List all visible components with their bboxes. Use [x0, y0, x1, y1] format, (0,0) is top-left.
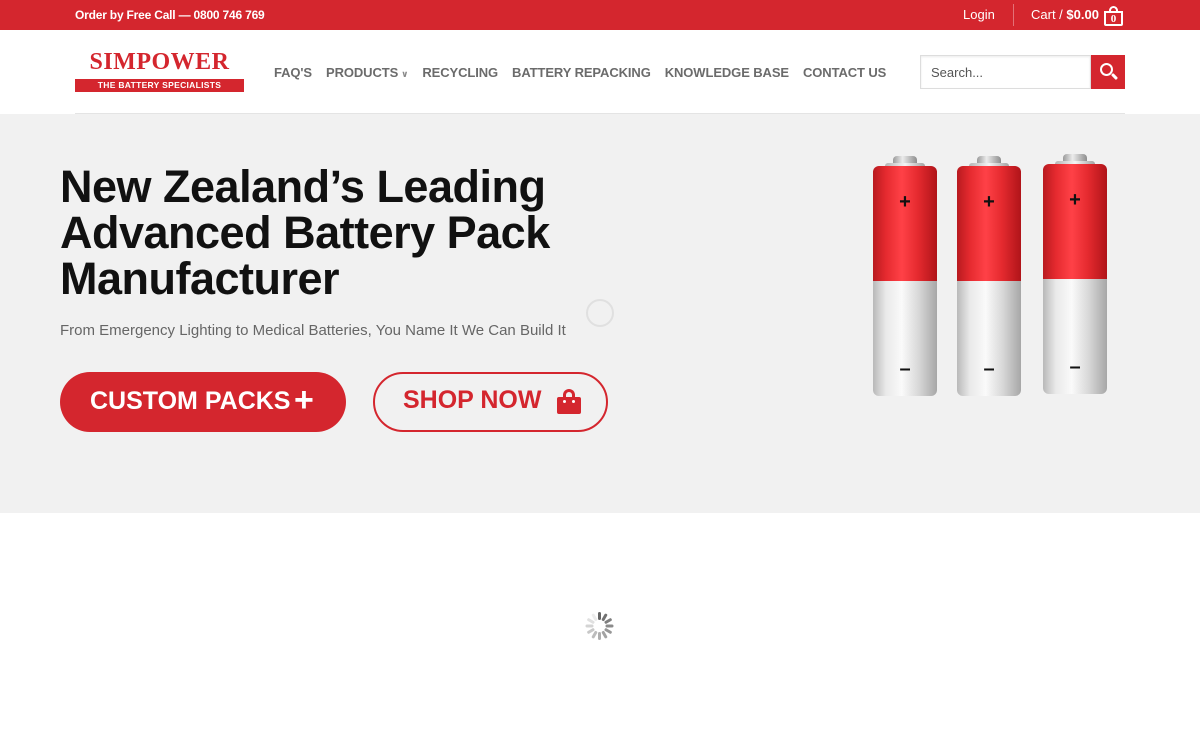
site-logo[interactable]: SIMPOWER THE BATTERY SPECIALISTS: [75, 50, 244, 92]
nav-item-battery-repacking[interactable]: BATTERY REPACKING: [512, 65, 651, 80]
search-input[interactable]: [920, 55, 1091, 89]
battery-positive: +: [899, 191, 911, 213]
free-call-text[interactable]: Order by Free Call — 0800 746 769: [75, 8, 265, 22]
logo-name: SIMPOWER: [89, 49, 230, 75]
logo-tagline: THE BATTERY SPECIALISTS: [75, 79, 244, 92]
login-link[interactable]: Login: [963, 7, 995, 22]
battery-negative: –: [1069, 356, 1081, 378]
battery-image: + –: [873, 156, 937, 398]
nav-item-contact-us[interactable]: CONTACT US: [803, 65, 886, 80]
plus-icon: +: [294, 381, 314, 419]
search-button[interactable]: [1091, 55, 1125, 89]
loading-spinner-icon: [585, 612, 614, 640]
shop-now-label: SHOP NOW: [403, 386, 542, 414]
battery-negative: –: [899, 358, 911, 380]
cart-bag-icon[interactable]: 0: [1103, 5, 1124, 27]
battery-image: + –: [957, 156, 1021, 398]
battery-negative: –: [983, 358, 995, 380]
nav-item-faqs[interactable]: FAQ'S: [274, 65, 312, 80]
hero-subtitle: From Emergency Lighting to Medical Batte…: [60, 322, 566, 339]
loading-ring-icon: [586, 299, 614, 327]
cart-total: $0.00: [1066, 7, 1099, 22]
nav-item-products-label: PRODUCTS: [326, 65, 399, 80]
topbar-divider: [1013, 4, 1014, 26]
chevron-down-icon: ∨: [401, 69, 409, 79]
custom-packs-button[interactable]: CUSTOM PACKS +: [60, 372, 346, 432]
cart-link[interactable]: Cart / $0.00: [1031, 7, 1099, 22]
nav-item-knowledge-base[interactable]: KNOWLEDGE BASE: [665, 65, 789, 80]
shop-now-button[interactable]: SHOP NOW: [373, 372, 608, 432]
hero-section: New Zealand’s Leading Advanced Battery P…: [0, 114, 1200, 513]
site-header: SIMPOWER THE BATTERY SPECIALISTS FAQ'S P…: [0, 30, 1200, 114]
battery-image: + –: [1043, 154, 1107, 396]
battery-positive: +: [983, 191, 995, 213]
top-bar: Order by Free Call — 0800 746 769 Login …: [0, 0, 1200, 30]
cart-label: Cart /: [1031, 7, 1067, 22]
battery-positive: +: [1069, 189, 1081, 211]
main-nav: FAQ'S PRODUCTS ∨ RECYCLING BATTERY REPACK…: [274, 65, 900, 80]
custom-packs-label: CUSTOM PACKS: [90, 387, 291, 415]
hero-title: New Zealand’s Leading Advanced Battery P…: [60, 161, 550, 304]
shopping-bag-icon: [557, 389, 581, 414]
nav-item-recycling[interactable]: RECYCLING: [422, 65, 498, 80]
cart-count: 0: [1110, 13, 1117, 25]
nav-item-products[interactable]: PRODUCTS ∨: [326, 65, 408, 80]
